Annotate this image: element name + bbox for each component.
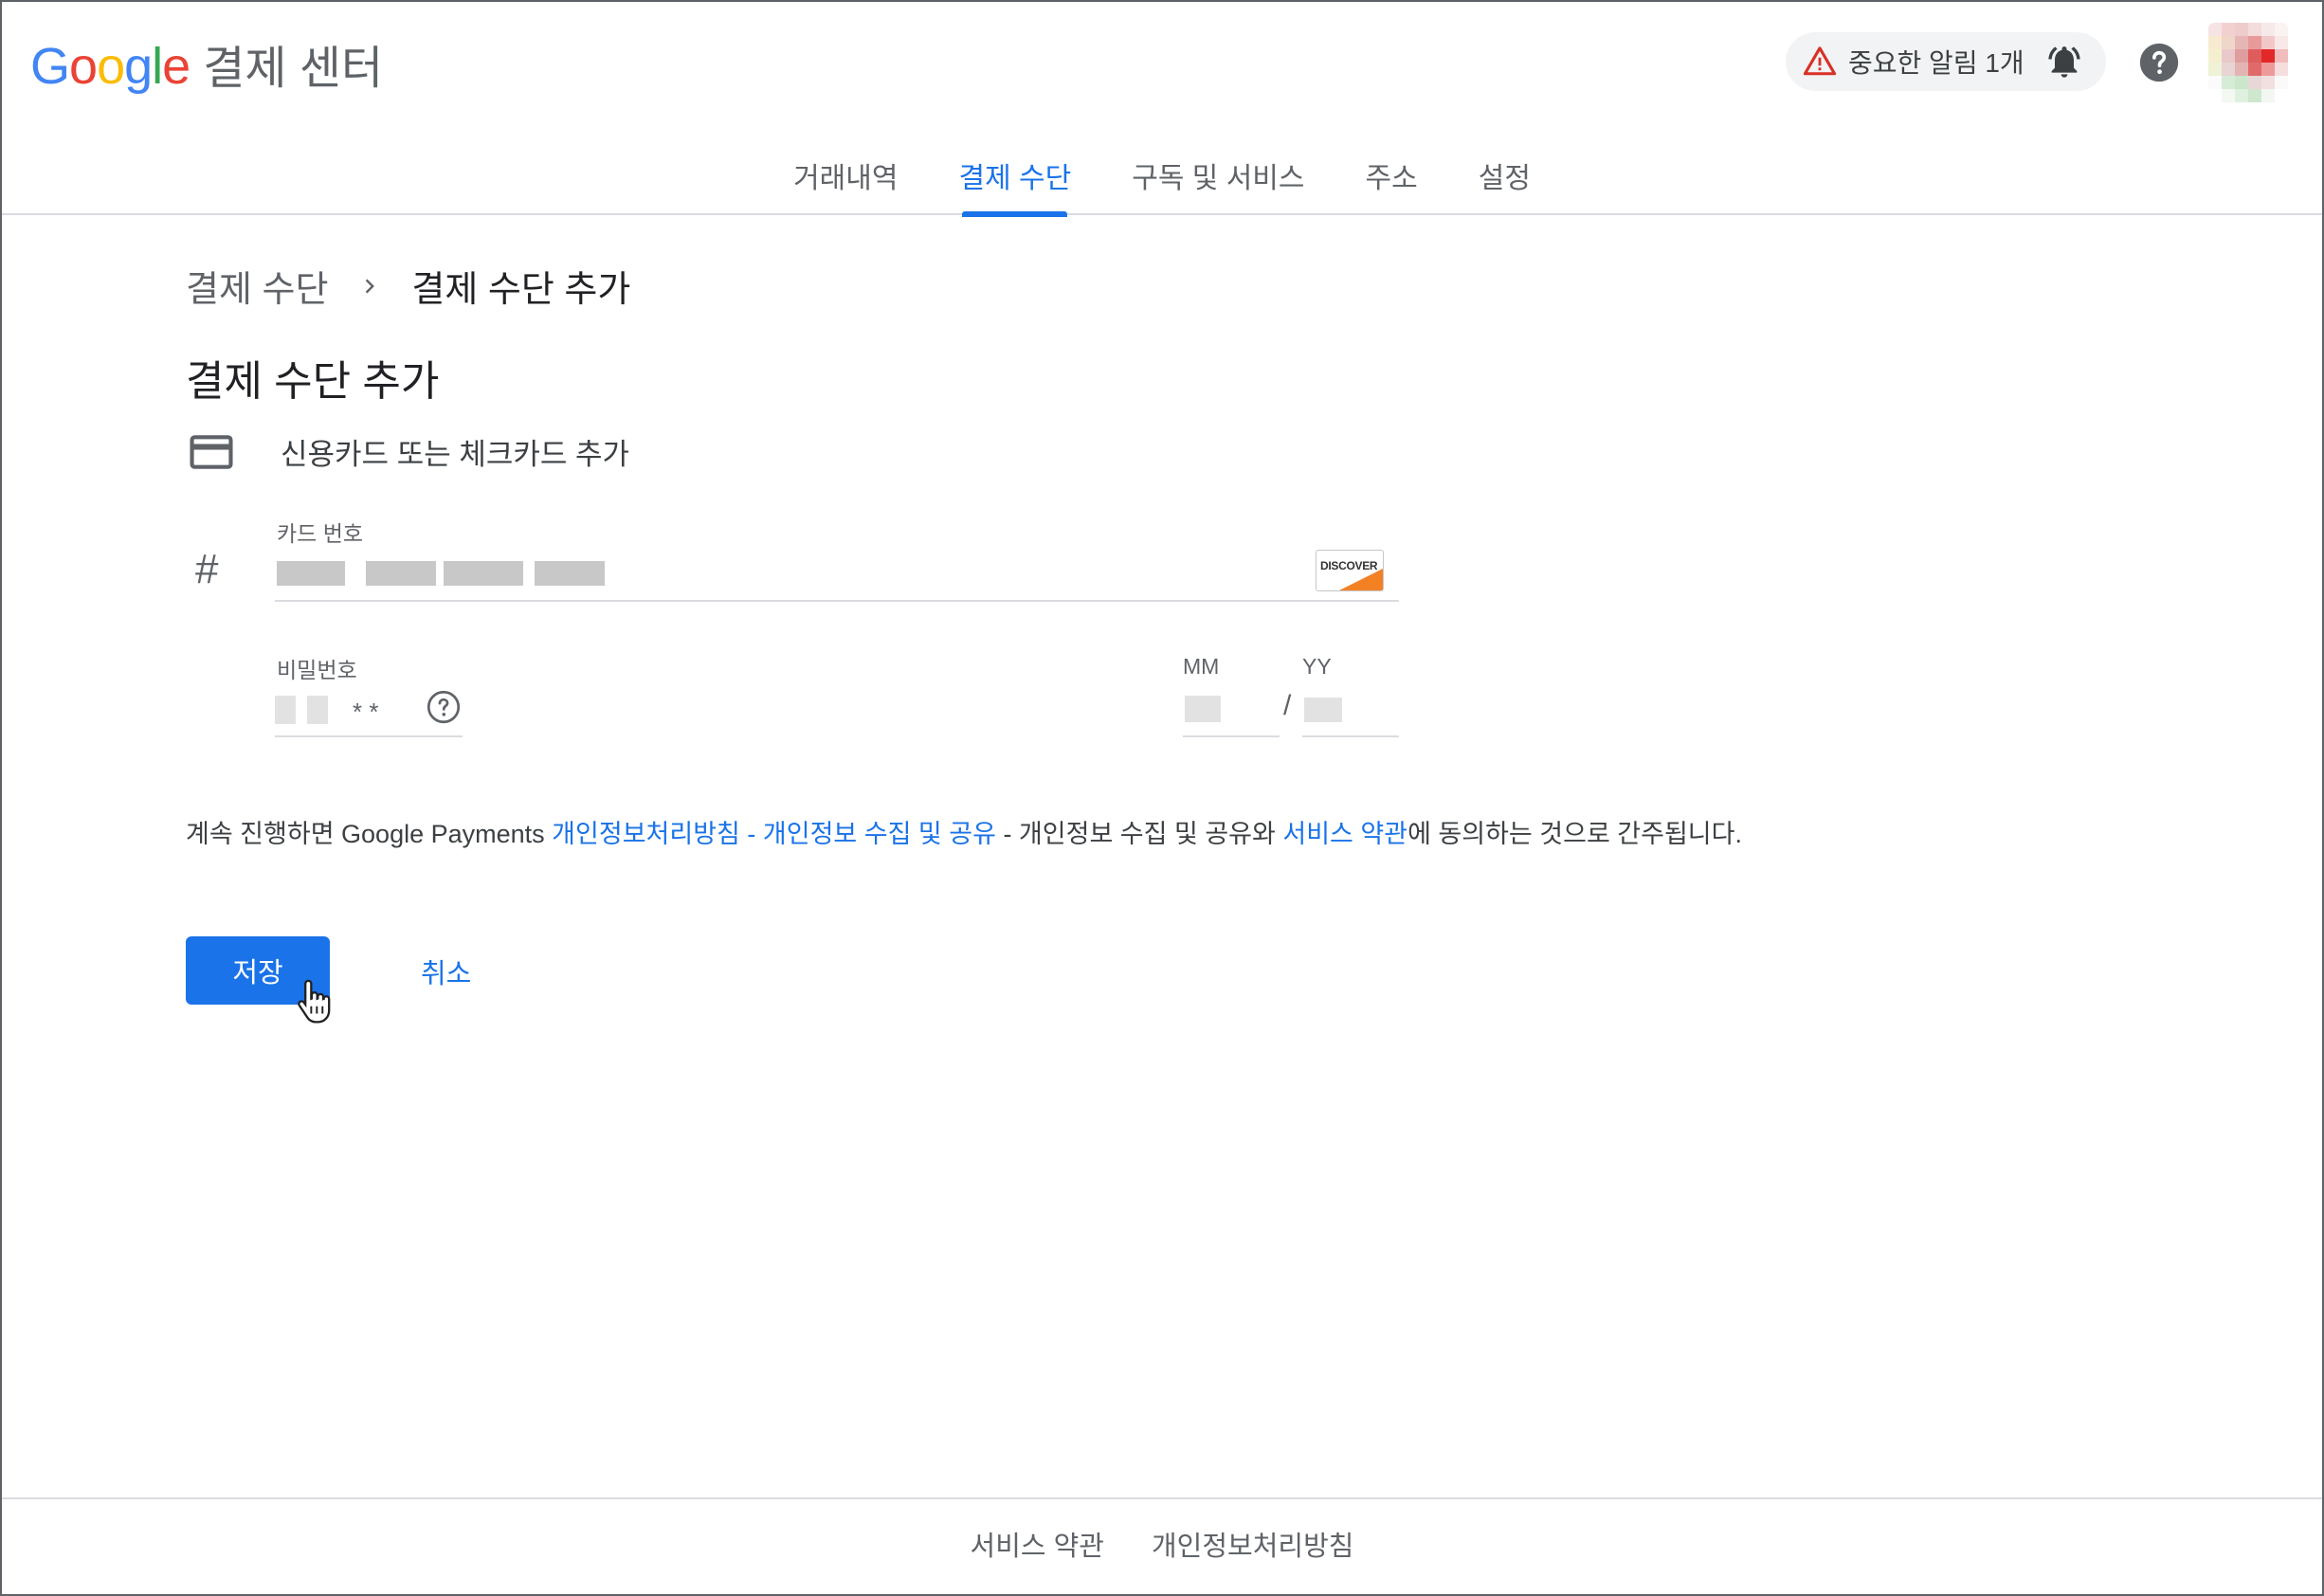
- expiry-year-underline: [1302, 735, 1399, 737]
- expiry-year-label: YY: [1302, 654, 1332, 679]
- discover-card-logo: DISCOVER: [1316, 550, 1384, 591]
- masked-month: [1185, 696, 1221, 722]
- help-icon[interactable]: [2138, 42, 2180, 83]
- account-avatar[interactable]: [2208, 23, 2288, 102]
- expiry-month-input[interactable]: [1183, 690, 1280, 735]
- logo-letter: l: [152, 38, 163, 95]
- consent-middle: - 개인정보 수집 및 공유와: [995, 820, 1283, 848]
- browser-frame: Google 결제 센터 중요한 알림 1개 거래내역 결제 수단 구독 및 서…: [0, 0, 2324, 1596]
- privacy-policy-link[interactable]: 개인정보처리방침 - 개인정보 수집 및 공유: [552, 820, 996, 848]
- masked-digit: [307, 696, 328, 724]
- terms-of-service-link[interactable]: 서비스 약관: [1282, 820, 1407, 848]
- page-title: 결제 수단 추가: [186, 358, 440, 405]
- masked-digits: [444, 561, 523, 586]
- logo-letter: g: [124, 38, 153, 95]
- breadcrumb-parent-link[interactable]: 결제 수단: [186, 260, 328, 312]
- consent-prefix: 계속 진행하면 Google Payments: [186, 820, 553, 848]
- alert-text: 중요한 알림 1개: [1848, 48, 2024, 78]
- hash-icon: #: [195, 546, 219, 592]
- tab-subscriptions[interactable]: 구독 및 서비스: [1101, 154, 1334, 215]
- expiry-year-input[interactable]: [1302, 690, 1399, 735]
- date-separator: /: [1283, 690, 1292, 721]
- consent-text: 계속 진행하면 Google Payments 개인정보처리방침 - 개인정보 …: [186, 813, 1742, 850]
- product-name: 결제 센터: [203, 44, 384, 94]
- breadcrumb-current: 결제 수단 추가: [411, 270, 631, 310]
- warning-icon: [1803, 46, 1837, 76]
- logo-letter: G: [30, 38, 70, 95]
- tab-addresses[interactable]: 주소: [1335, 154, 1448, 215]
- password-underline: [275, 735, 463, 737]
- help-outline-icon[interactable]: [427, 690, 461, 724]
- bell-ringing-icon: [2048, 46, 2080, 78]
- password-mask: * *: [353, 698, 379, 726]
- credit-card-icon: [190, 434, 233, 469]
- masked-digits: [277, 561, 345, 586]
- tab-settings[interactable]: 설정: [1448, 154, 1561, 215]
- tab-transactions[interactable]: 거래내역: [763, 154, 928, 215]
- expiry-month-label: MM: [1183, 654, 1220, 679]
- logo-letter: o: [69, 38, 98, 95]
- add-card-label: 신용카드 또는 체크카드 추가: [281, 438, 630, 471]
- page-footer: 서비스 약관 개인정보처리방침: [2, 1497, 2322, 1596]
- masked-year: [1304, 698, 1342, 722]
- tab-payment-methods[interactable]: 결제 수단: [928, 154, 1101, 217]
- masked-digit: [275, 696, 296, 724]
- expiry-month-underline: [1183, 735, 1280, 737]
- google-payments-logo[interactable]: Google 결제 센터: [30, 30, 383, 97]
- card-number-label: 카드 번호: [277, 521, 364, 546]
- masked-digits: [535, 561, 605, 586]
- logo-letter: o: [97, 38, 125, 95]
- hand-pointer-cursor-icon: [298, 979, 331, 1024]
- breadcrumb: 결제 수단 결제 수단 추가: [186, 260, 630, 312]
- app-header: Google 결제 센터 중요한 알림 1개 거래내역 결제 수단 구독 및 서…: [2, 2, 2322, 217]
- important-alerts-button[interactable]: 중요한 알림 1개: [1786, 32, 2106, 91]
- footer-terms-link[interactable]: 서비스 약관: [971, 1524, 1104, 1571]
- footer-privacy-link[interactable]: 개인정보처리방침: [1152, 1524, 1353, 1571]
- logo-letter: e: [162, 38, 191, 95]
- card-number-input[interactable]: [275, 552, 1399, 601]
- google-logo-word: Google: [30, 37, 191, 96]
- main-tabs: 거래내역 결제 수단 구독 및 서비스 주소 설정: [2, 154, 2322, 217]
- masked-digits: [366, 561, 436, 586]
- consent-suffix: 에 동의하는 것으로 간주됩니다.: [1407, 820, 1742, 848]
- password-label: 비밀번호: [277, 658, 357, 682]
- cancel-button[interactable]: 취소: [421, 952, 471, 991]
- card-number-underline: [275, 600, 1399, 602]
- chevron-right-icon: [366, 279, 375, 293]
- add-card-option: 신용카드 또는 체크카드 추가: [190, 430, 629, 473]
